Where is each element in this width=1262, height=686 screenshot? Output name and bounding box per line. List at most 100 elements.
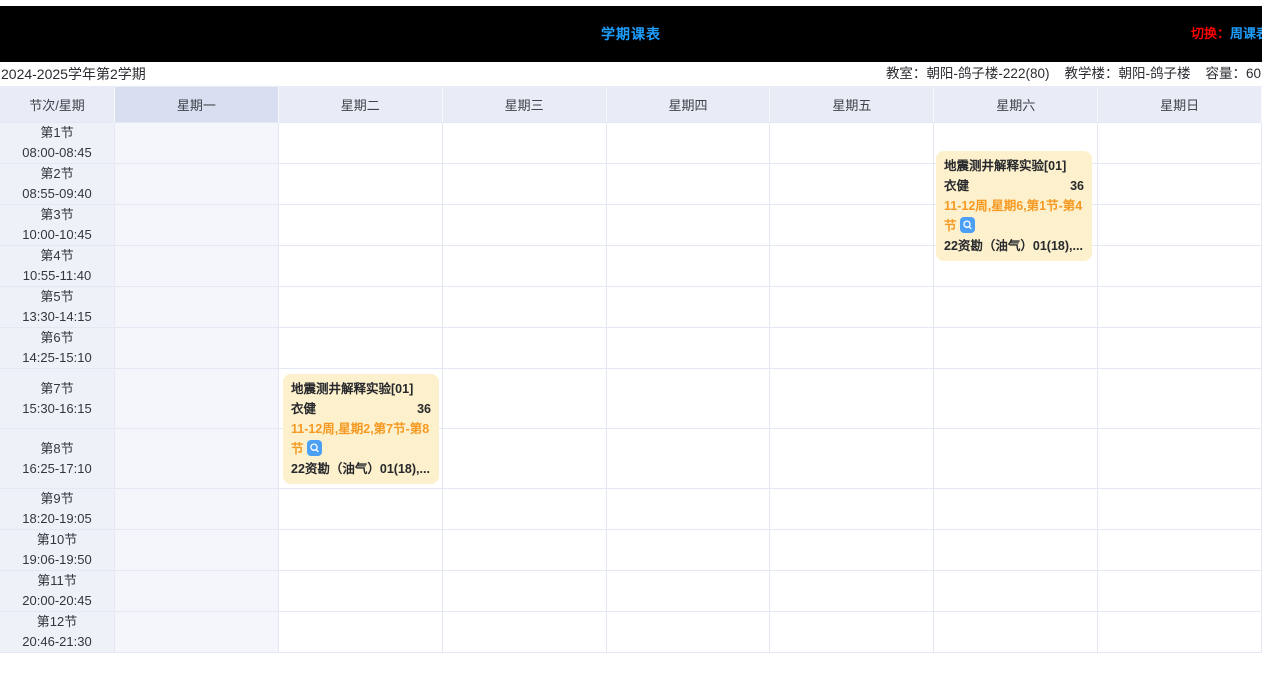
timetable-cell [770, 571, 934, 612]
timetable-cell [279, 287, 443, 328]
corner-header: 节次/星期 [0, 87, 115, 123]
course-student-count: 36 [1070, 176, 1084, 196]
period-time: 10:55-11:40 [23, 266, 91, 286]
period-time: 18:20-19:05 [22, 509, 91, 529]
timetable-cell [607, 530, 771, 571]
capacity-value: 60 [1246, 66, 1261, 81]
timetable-cell [115, 246, 279, 287]
timetable-cell [115, 123, 279, 164]
timetable-cell [115, 612, 279, 653]
timetable-cell [443, 612, 607, 653]
timetable-cell [607, 612, 771, 653]
period-time: 16:25-17:10 [22, 459, 91, 479]
period-time: 13:30-14:15 [22, 307, 91, 327]
building-info: 教学楼：朝阳-鸽子楼 [1064, 62, 1190, 86]
top-bar: 学期课表 切换：周课表 [0, 6, 1262, 62]
timetable-cell [607, 571, 771, 612]
period-time: 15:30-16:15 [22, 399, 91, 419]
period-name: 第11节 [37, 571, 77, 591]
timetable-cell [115, 164, 279, 205]
magnifier-icon[interactable] [960, 217, 975, 233]
classroom-info: 教室：朝阳-鸽子楼-222(80) [886, 62, 1050, 86]
timetable-cell [770, 123, 934, 164]
timetable-cell [279, 489, 443, 530]
timetable-cell [443, 246, 607, 287]
timetable-cell [279, 164, 443, 205]
period-name: 第5节 [40, 287, 73, 307]
timetable-cell [443, 429, 607, 489]
timetable-cell [934, 287, 1098, 328]
day-header-wednesday: 星期三 [443, 87, 607, 123]
period-cell: 第8节16:25-17:10 [0, 429, 115, 489]
timetable-cell [443, 164, 607, 205]
timetable-cell [279, 205, 443, 246]
timetable-cell [770, 369, 934, 429]
building-label: 教学楼： [1064, 66, 1118, 81]
period-name: 第1节 [40, 123, 73, 143]
timetable-cell [607, 328, 771, 369]
timetable-cell [934, 530, 1098, 571]
period-name: 第8节 [40, 439, 73, 459]
timetable-cell [1098, 369, 1262, 429]
period-cell: 第11节20:00-20:45 [0, 571, 115, 612]
timetable-cell [934, 369, 1098, 429]
period-time: 20:46-21:30 [22, 632, 91, 652]
switch-label: 切换： [1191, 26, 1230, 41]
timetable-cell [1098, 530, 1262, 571]
course-name: 地震测井解释实验[01] [944, 156, 1084, 176]
period-time: 08:00-08:45 [22, 143, 91, 163]
course-teacher: 衣健 [944, 176, 969, 196]
timetable-cell [443, 489, 607, 530]
switch-view-control[interactable]: 切换：周课表 [1191, 6, 1262, 62]
page-title: 学期课表 [0, 6, 1262, 62]
timetable-cell [770, 429, 934, 489]
timetable-cell [443, 328, 607, 369]
capacity-label: 容量： [1205, 66, 1246, 81]
timetable-cell [1098, 164, 1262, 205]
timetable-cell [279, 246, 443, 287]
timetable-cell [770, 530, 934, 571]
day-header-thursday: 星期四 [607, 87, 771, 123]
period-cell: 第4节10:55-11:40 [0, 246, 115, 287]
period-name: 第3节 [40, 205, 73, 225]
period-name: 第12节 [37, 612, 77, 632]
period-time: 10:00-10:45 [22, 225, 91, 245]
timetable-cell [607, 164, 771, 205]
period-name: 第7节 [40, 379, 73, 399]
course-student-count: 36 [417, 399, 431, 419]
switch-week-view-link[interactable]: 周课表 [1230, 26, 1262, 41]
period-cell: 第12节20:46-21:30 [0, 612, 115, 653]
period-cell: 第2节08:55-09:40 [0, 164, 115, 205]
timetable-cell [1098, 612, 1262, 653]
timetable-cell [607, 287, 771, 328]
course-card-saturday[interactable]: 地震测井解释实验[01] 衣健 36 11-12周,星期6,第1节-第4节 22… [936, 151, 1092, 261]
timetable-cell [1098, 489, 1262, 530]
period-cell: 第1节08:00-08:45 [0, 123, 115, 164]
timetable-cell [115, 530, 279, 571]
timetable-cell [934, 612, 1098, 653]
timetable-cell [115, 287, 279, 328]
timetable-cell [443, 571, 607, 612]
timetable-board: 节次/星期 星期一 星期二 星期三 星期四 星期五 星期六 星期日 第1节08:… [0, 86, 1262, 653]
info-bar: 2024-2025学年第2学期 教室：朝阳-鸽子楼-222(80) 教学楼：朝阳… [0, 62, 1262, 86]
magnifier-icon[interactable] [307, 440, 322, 456]
course-card-tuesday[interactable]: 地震测井解释实验[01] 衣健 36 11-12周,星期2,第7节-第8节 22… [283, 374, 439, 484]
course-classes: 22资勘（油气）01(18),... [944, 236, 1084, 256]
period-name: 第2节 [40, 164, 73, 184]
period-cell: 第7节15:30-16:15 [0, 369, 115, 429]
classroom-label: 教室： [886, 66, 927, 81]
timetable-cell [279, 123, 443, 164]
course-name: 地震测井解释实验[01] [291, 379, 431, 399]
day-header-sunday: 星期日 [1098, 87, 1262, 123]
period-time: 08:55-09:40 [22, 184, 91, 204]
day-header-friday: 星期五 [770, 87, 934, 123]
period-time: 20:00-20:45 [22, 591, 91, 611]
period-cell: 第9节18:20-19:05 [0, 489, 115, 530]
period-time: 19:06-19:50 [22, 550, 91, 570]
period-cell: 第5节13:30-14:15 [0, 287, 115, 328]
timetable-cell [115, 328, 279, 369]
period-cell: 第6节14:25-15:10 [0, 328, 115, 369]
timetable-cell [1098, 571, 1262, 612]
day-header-saturday: 星期六 [934, 87, 1098, 123]
timetable-cell [934, 328, 1098, 369]
